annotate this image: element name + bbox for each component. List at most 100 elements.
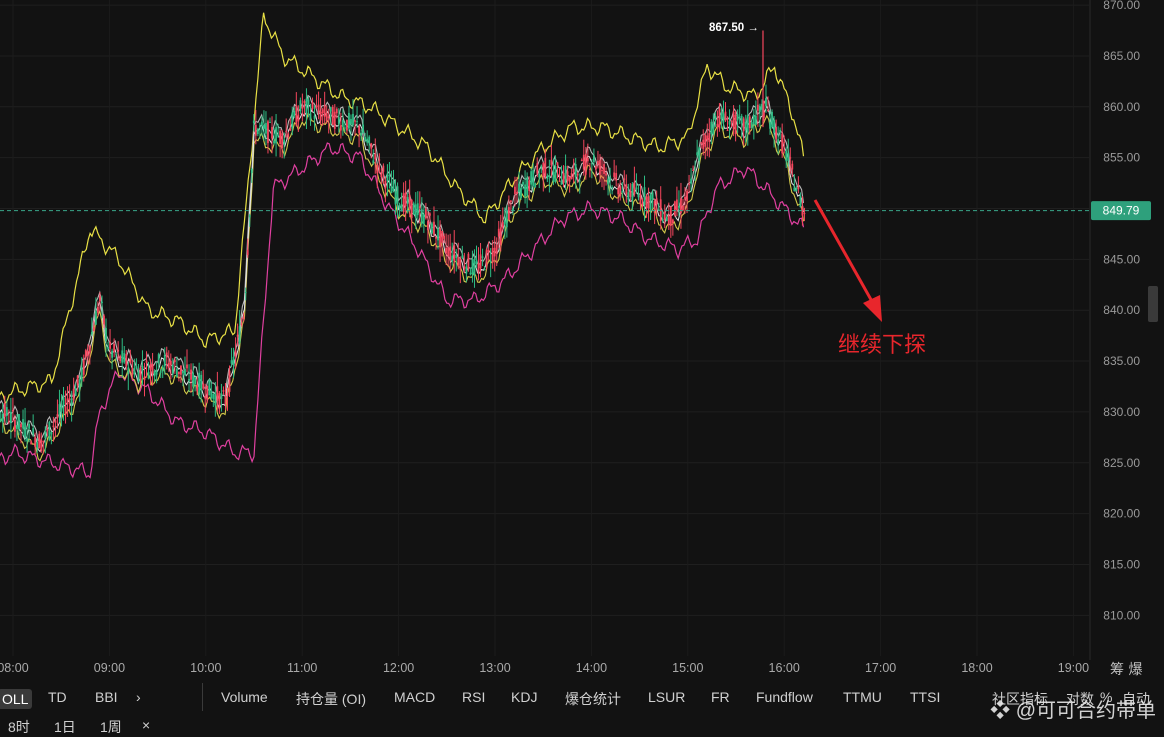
candle-body (50, 431, 53, 435)
candle-body (141, 365, 144, 372)
candle-body (748, 116, 751, 129)
candle-body (317, 104, 320, 113)
candle-body (431, 223, 433, 234)
annotation-arrow (813, 199, 882, 322)
candle-body (26, 438, 28, 442)
chevron-right-icon[interactable]: › (136, 689, 141, 705)
candle-body (232, 356, 235, 365)
toolbar-divider (202, 683, 203, 711)
candle-body (275, 127, 277, 144)
candle-body (702, 139, 705, 149)
indicator-kdj[interactable]: KDJ (511, 689, 537, 705)
candle-body (451, 255, 454, 262)
candle-body (151, 364, 154, 375)
indicator-ttsi[interactable]: TTSI (910, 689, 940, 705)
candle-body (461, 255, 464, 258)
indicator-bbi[interactable]: BBI (95, 689, 118, 705)
indicator-ttmu[interactable]: TTMU (843, 689, 882, 705)
candle-body (145, 360, 148, 363)
candle-body (157, 354, 160, 364)
candle-body (485, 249, 488, 267)
candle-body (548, 174, 551, 177)
candle-body (645, 196, 648, 209)
candle-body (321, 109, 324, 114)
candle-body (510, 200, 512, 202)
candle-body (263, 124, 265, 129)
indicator-oi[interactable]: 持仓量 (OI) (296, 689, 366, 709)
indicator-volume[interactable]: Volume (221, 689, 268, 705)
indicator-td[interactable]: TD (48, 689, 67, 705)
candle-body (457, 257, 460, 266)
candle-body (750, 122, 753, 129)
candle-body (161, 366, 164, 372)
interval-1w[interactable]: 1周 (100, 717, 122, 737)
candle-body (781, 133, 784, 154)
candle-body (489, 260, 492, 262)
candle-body (771, 112, 773, 128)
candle-body (64, 406, 67, 415)
candle-body (617, 187, 620, 195)
candle-body (619, 186, 622, 197)
candle-body (698, 147, 701, 162)
candle-body (667, 215, 670, 225)
candle-body (301, 106, 304, 109)
candle-body (7, 421, 10, 423)
indicator-liquidation[interactable]: 爆仓统计 (565, 689, 621, 709)
candle-body (378, 159, 381, 161)
candle-body (564, 165, 567, 183)
candle-body (366, 138, 369, 143)
candle-body (605, 173, 607, 176)
indicator-fr[interactable]: FR (711, 689, 730, 705)
candle-body (208, 379, 211, 396)
candle-body (673, 201, 676, 216)
candle-body (92, 326, 95, 332)
candle-body (779, 129, 782, 132)
candle-body (590, 163, 593, 165)
candle-body (641, 203, 644, 205)
candle-body (700, 142, 703, 144)
indicator-rsi[interactable]: RSI (462, 689, 485, 705)
candle-body (463, 266, 466, 269)
candle-body (352, 113, 354, 126)
candle-body (261, 121, 263, 126)
candle-body (200, 374, 203, 391)
indicator-boll[interactable]: OLL (0, 689, 33, 709)
candle-body (593, 155, 595, 163)
interval-1d[interactable]: 1日 (54, 717, 76, 737)
candle-body (479, 254, 482, 269)
candle-body (546, 175, 549, 180)
candle-body (44, 431, 47, 439)
candle-body (216, 386, 219, 401)
indicator-fundflow[interactable]: Fundflow (756, 689, 813, 705)
interval-8h[interactable]: 8时 (8, 717, 30, 737)
candle-body (418, 206, 421, 208)
candle-body (137, 371, 140, 383)
indicator-lsur[interactable]: LSUR (648, 689, 685, 705)
price-chart[interactable]: 870.00865.00860.00855.00850.00845.00840.… (0, 0, 1164, 735)
candle-body (439, 228, 441, 248)
candle-body (603, 164, 605, 174)
candle-body (149, 363, 152, 370)
ma-line-3 (0, 103, 804, 453)
candle-body (214, 393, 217, 406)
high-marker: 867.50 → (709, 22, 759, 34)
candle-body (220, 393, 223, 400)
candle-body (105, 328, 107, 342)
candle-body (453, 245, 456, 262)
candle-body (364, 136, 367, 140)
candle-body (473, 258, 476, 276)
candle-body (131, 367, 134, 375)
close-icon[interactable]: × (142, 717, 150, 733)
indicator-macd[interactable]: MACD (394, 689, 435, 705)
candle-body (155, 370, 158, 375)
candle-body (242, 316, 245, 319)
candle-body (627, 192, 630, 200)
candle-body (435, 236, 437, 239)
candle-body (331, 106, 334, 125)
candle-body (299, 100, 302, 112)
candle-body (97, 306, 99, 313)
candle-body (465, 266, 468, 274)
ma-line-1 (0, 112, 805, 462)
candle-body (58, 404, 61, 416)
axis-resize-handle[interactable] (1148, 286, 1158, 322)
